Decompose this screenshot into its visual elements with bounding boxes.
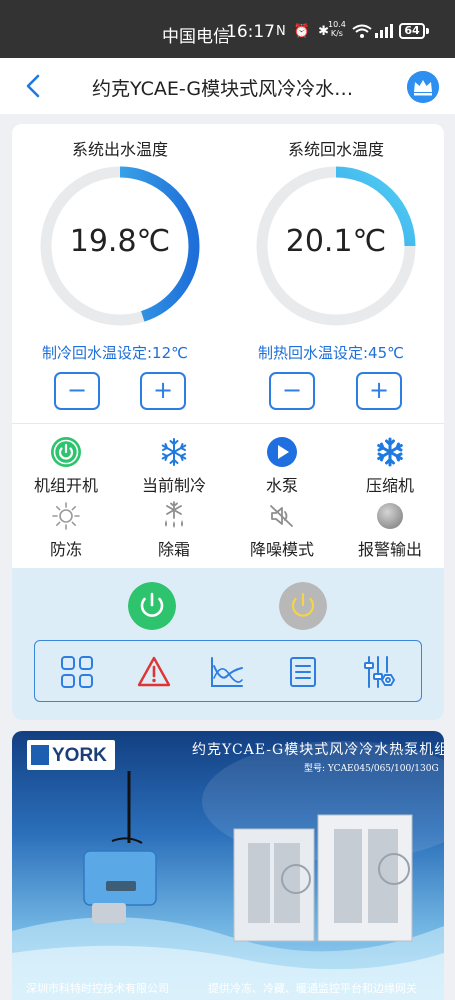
cooling-setpoint-decrease-button[interactable]: − [54, 372, 100, 410]
carrier-name: 中国电信 [162, 27, 230, 47]
banner-title: 约克YCAE-G模块式风冷冷水热泵机组 [192, 742, 444, 758]
divider [12, 423, 444, 424]
settings-icon [364, 656, 396, 688]
trend-chart-button[interactable] [209, 654, 245, 690]
status-bar: 中国电信 16:17 N ⏰ ✱ 10.4 K/s 64 [0, 0, 455, 58]
power-on-icon [51, 437, 81, 467]
heating-setpoint-increase-button[interactable]: + [356, 372, 402, 410]
back-button[interactable] [20, 72, 48, 100]
product-banner[interactable]: YORK 约克YCAE-G模块式风冷冷水热泵机组 型号: YCAE045/065… [12, 731, 444, 1000]
status-label: 压缩机 [365, 476, 414, 495]
chart-icon [211, 657, 243, 687]
battery-icon: 64 [399, 23, 425, 39]
power-on-button[interactable] [128, 582, 176, 630]
list-icon [290, 657, 316, 687]
battery-tip [426, 28, 429, 34]
vip-button[interactable] [407, 71, 439, 103]
snowflake-icon [377, 437, 403, 467]
status-water-pump: 水泵 [230, 436, 334, 496]
cooling-setpoint-label: 制冷回水温设定:12℃ [42, 344, 188, 362]
banner-model: 型号: YCAE045/065/100/130G [304, 764, 439, 774]
grid-icon [61, 656, 93, 688]
control-panel [12, 568, 444, 720]
company-slogan: 提供冷冻、冷藏、暖通监控平台和边缘网关 [208, 982, 417, 995]
page-title: 约克YCAE-G模块式风冷冷水… [92, 78, 354, 100]
clock: 16:17 [226, 22, 275, 42]
overview-button[interactable] [59, 654, 95, 690]
status-compressor: 压缩机 [338, 436, 442, 496]
status-label: 除霜 [157, 540, 190, 559]
status-label: 水泵 [265, 476, 298, 495]
status-label: 报警输出 [357, 540, 422, 559]
status-cooling: 当前制冷 [122, 436, 226, 496]
status-alarm-output: 报警输出 [338, 500, 442, 560]
banner-footer: 深圳市科特时控技术有限公司 提供冷冻、冷藏、暖通监控平台和边缘网关 [12, 976, 444, 1000]
company-name: 深圳市科特时控技术有限公司 [26, 982, 169, 995]
status-icons: N ⏰ ✱ [276, 24, 332, 39]
york-logo: YORK [27, 740, 115, 770]
records-button[interactable] [285, 654, 321, 690]
function-toolbar [34, 640, 422, 702]
dot-icon [377, 503, 403, 529]
status-label: 防冻 [49, 540, 82, 559]
status-antifreeze: 防冻 [14, 500, 118, 560]
status-quiet-mode: 降噪模式 [230, 500, 334, 560]
return-temp-value: 20.1℃ [285, 224, 387, 259]
network-speed: 10.4 K/s [328, 20, 346, 38]
york-logo-text: YORK [52, 745, 107, 766]
heating-setpoint-label: 制热回水温设定:45℃ [258, 344, 404, 362]
heating-setpoint-decrease-button[interactable]: − [269, 372, 315, 410]
snowflake-icon [161, 438, 187, 466]
alarm-button[interactable] [136, 654, 172, 690]
sun-icon [52, 502, 80, 530]
york-logo-mark [31, 745, 49, 765]
unit-status-card: 系统出水温度 19.8℃ 制冷回水温设定:12℃ − + 系统回水温度 20.1… [12, 124, 444, 720]
mute-icon [270, 505, 293, 527]
power-off-button[interactable] [279, 582, 327, 630]
alarm-icon [137, 656, 171, 687]
status-defrost: 除霜 [122, 500, 226, 560]
signal-icon [375, 24, 393, 38]
play-icon [267, 437, 297, 467]
settings-button[interactable] [361, 654, 397, 690]
wifi-icon [352, 24, 372, 38]
cooling-setpoint-increase-button[interactable]: + [140, 372, 186, 410]
outlet-temp-value: 19.8℃ [69, 224, 171, 259]
status-label: 机组开机 [33, 476, 98, 495]
status-label: 降噪模式 [249, 540, 314, 559]
outlet-temp-label: 系统出水温度 [71, 140, 168, 159]
status-label: 当前制冷 [141, 476, 206, 495]
defrost-icon [165, 501, 183, 528]
status-unit-running: 机组开机 [14, 436, 118, 496]
return-temp-label: 系统回水温度 [287, 140, 384, 159]
chevron-left-icon [26, 74, 40, 98]
app-header: 约克YCAE-G模块式风冷冷水… [0, 58, 455, 114]
